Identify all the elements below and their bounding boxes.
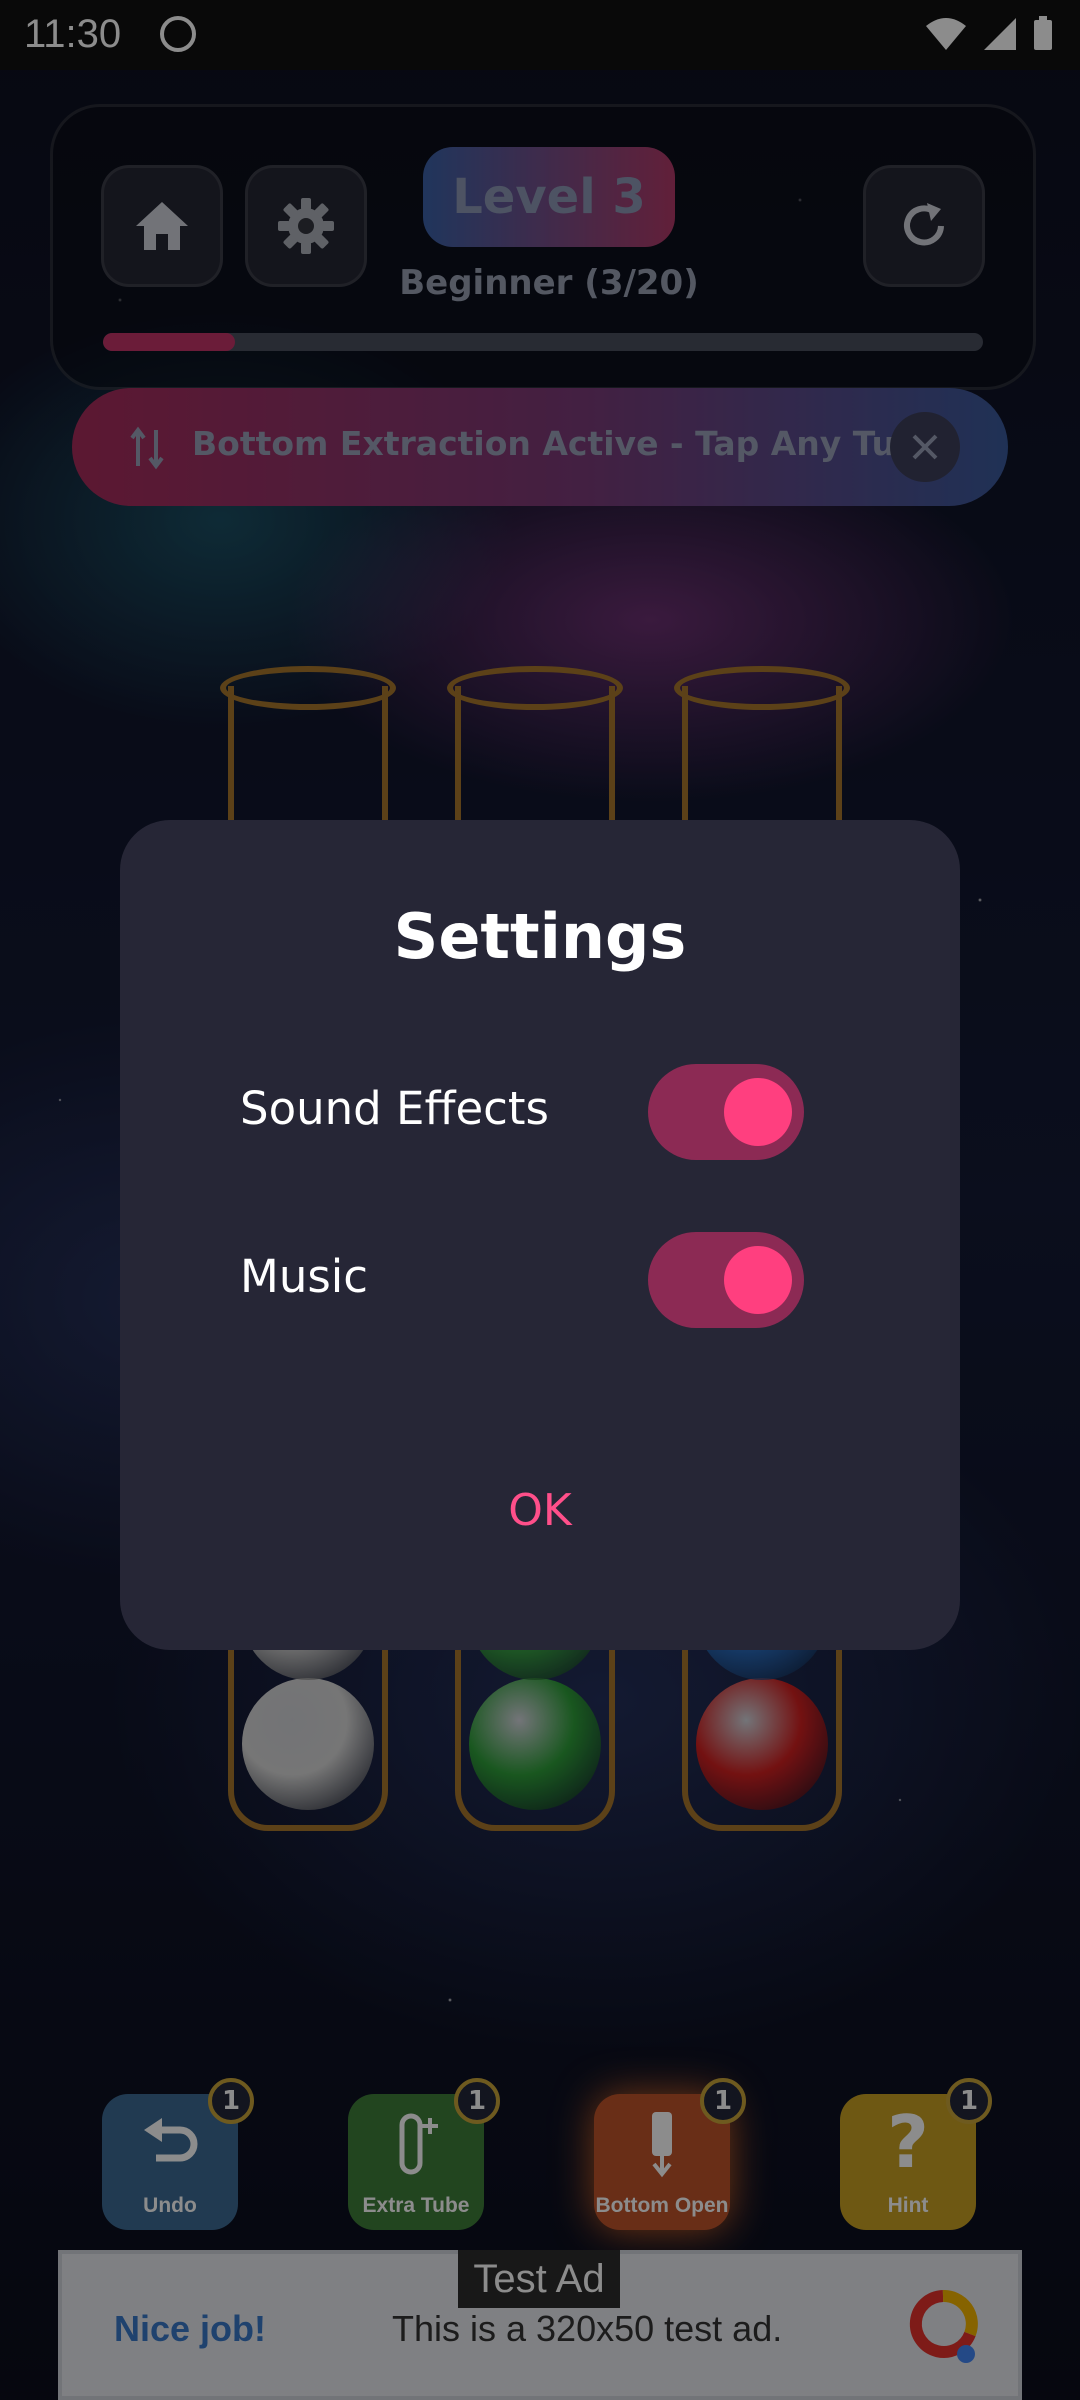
sound-effects-toggle[interactable] bbox=[648, 1064, 804, 1160]
sound-effects-label: Sound Effects bbox=[240, 1082, 549, 1135]
dialog-title: Settings bbox=[393, 900, 687, 973]
settings-dialog: Settings Sound Effects Music OK bbox=[120, 820, 960, 1650]
music-toggle[interactable] bbox=[648, 1232, 804, 1328]
toggle-knob bbox=[724, 1078, 792, 1146]
music-label: Music bbox=[240, 1250, 369, 1303]
toggle-knob bbox=[724, 1246, 792, 1314]
ok-button[interactable]: OK bbox=[480, 1470, 600, 1550]
